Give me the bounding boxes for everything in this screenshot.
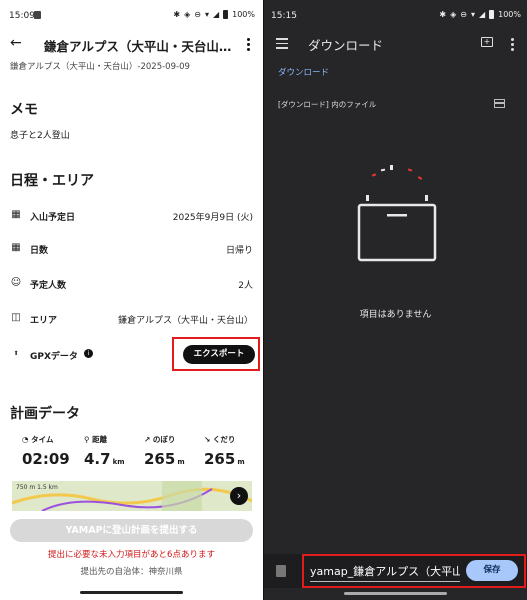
hamburger-menu-icon[interactable] xyxy=(276,38,288,52)
stat-label: ⚲ 距離 xyxy=(84,435,108,444)
battery-icon xyxy=(489,10,495,19)
row-days: ▦ 日数 日帰り xyxy=(10,241,253,257)
stat-label: ◔ タイム xyxy=(22,435,54,444)
plan-heading: 計画データ xyxy=(10,406,80,422)
sd-card-icon xyxy=(34,11,41,19)
memo-text: 息子と2人登山 xyxy=(10,131,70,141)
row-label: 予定人数 xyxy=(30,281,67,291)
chevron-right-icon[interactable]: › xyxy=(230,487,248,505)
stat-value: 4.7 km xyxy=(84,450,125,468)
row-label: 日数 xyxy=(30,246,49,256)
status-icons: ✱ ◈ ⊖ ▾ ◢ 100% xyxy=(173,10,255,19)
status-icons: ✱ ◈ ⊖ ▾ ◢ 100% xyxy=(439,10,521,19)
row-value: 日帰り xyxy=(225,246,253,256)
stat-label: ↘ くだり xyxy=(204,435,236,444)
status-time: 15:15 xyxy=(271,11,297,21)
breadcrumb[interactable]: ダウンロード xyxy=(278,66,329,78)
home-indicator[interactable] xyxy=(80,591,183,594)
folder-contents-label: [ダウンロード] 内のファイル xyxy=(278,100,377,109)
app-bar: ← 鎌倉アルプス（大平山・天台山… xyxy=(0,30,263,62)
row-value: 2025年9月9日 (火) xyxy=(172,213,253,223)
status-bar: 15:09 ✱ ◈ ⊖ ▾ ◢ 100% xyxy=(0,0,263,30)
signal-icon: ◢ xyxy=(212,10,220,19)
stat-label: ↗ のぼり xyxy=(144,435,176,444)
stat-descent: ↘ くだり 265 m xyxy=(204,434,263,468)
ascent-icon: ↗ xyxy=(144,435,153,444)
stat-value: 265 m xyxy=(144,450,185,468)
row-label: 入山予定日 xyxy=(30,213,76,223)
left-screen: 15:09 ✱ ◈ ⊖ ▾ ◢ 100% ← 鎌倉アルプス（大平山・天台山… 鎌… xyxy=(0,0,263,600)
plan-stats: ◔ タイム 02:09 ⚲ 距離 4.7 km ↗ のぼり 265 m ↘ くだり … xyxy=(10,434,253,474)
row-label: エリア xyxy=(30,316,58,326)
timer-icon: ◔ xyxy=(22,435,32,444)
people-icon: ☺ xyxy=(10,277,22,288)
file-icon xyxy=(276,565,286,577)
export-button[interactable]: エクスポート xyxy=(183,345,255,364)
submit-plan-button[interactable]: YAMAPに登山計画を提出する xyxy=(10,519,253,542)
stat-value: 265 m xyxy=(204,450,245,468)
vibrate-icon: ◈ xyxy=(450,10,457,19)
calendar-icon: ▦ xyxy=(11,209,21,220)
route-map[interactable]: 750 m 1.5 km › xyxy=(12,481,252,511)
descent-icon: ↘ xyxy=(204,435,213,444)
signal-icon: ◢ xyxy=(478,10,486,19)
status-bar: 15:15 ✱ ◈ ⊖ ▾ ◢ 100% xyxy=(264,0,527,30)
plan-subtitle: 鎌倉アルプス（大平山・天台山）-2025-09-09 xyxy=(10,62,190,72)
empty-box-icon xyxy=(357,165,437,262)
right-screen: 15:15 ✱ ◈ ⊖ ▾ ◢ 100% ダウンロード + ダウンロード [ダウ… xyxy=(264,0,527,600)
dnd-icon: ⊖ xyxy=(194,10,201,19)
map-icon: ◫ xyxy=(11,312,21,323)
row-value: 2人 xyxy=(238,281,253,291)
calendar-icon: ▦ xyxy=(11,242,21,253)
bluetooth-icon: ✱ xyxy=(439,10,447,19)
stat-ascent: ↗ のぼり 265 m xyxy=(144,434,204,468)
destination-text: 提出先の自治体：神奈川県 xyxy=(80,567,183,577)
memo-heading: メモ xyxy=(10,102,38,118)
gpx-label: GPXデータ xyxy=(30,352,78,362)
bluetooth-icon: ✱ xyxy=(173,10,181,19)
gpx-icon: ⬆ xyxy=(13,350,19,357)
row-value: 鎌倉アルプス（大平山・天台山） xyxy=(118,316,253,326)
stat-time: ◔ タイム 02:09 xyxy=(22,434,82,468)
back-arrow-icon[interactable]: ← xyxy=(10,35,22,51)
page-title: 鎌倉アルプス（大平山・天台山… xyxy=(44,39,232,54)
status-time: 15:09 xyxy=(9,11,35,21)
battery-level: 100% xyxy=(498,10,521,19)
battery-icon xyxy=(223,10,229,19)
more-options-icon[interactable] xyxy=(247,38,251,53)
wifi-icon: ▾ xyxy=(204,10,209,19)
row-people: ☺ 予定人数 2人 xyxy=(10,276,253,292)
stat-value: 02:09 xyxy=(22,450,70,468)
home-indicator[interactable] xyxy=(344,592,447,595)
row-area: ◫ エリア 鎌倉アルプス（大平山・天台山） xyxy=(10,311,253,327)
dnd-icon: ⊖ xyxy=(460,10,467,19)
more-options-icon[interactable] xyxy=(511,38,515,53)
save-button[interactable]: 保存 xyxy=(466,560,518,581)
filename-input[interactable]: yamap_鎌倉アルプス（大平山 xyxy=(310,563,460,582)
empty-state-text: 項目はありません xyxy=(359,310,432,320)
vibrate-icon: ◈ xyxy=(184,10,191,19)
app-bar: ダウンロード + xyxy=(264,30,527,60)
schedule-heading: 日程・エリア xyxy=(10,173,94,189)
list-view-icon[interactable] xyxy=(494,99,505,108)
map-scale: 750 m 1.5 km xyxy=(16,484,58,491)
stat-distance: ⚲ 距離 4.7 km xyxy=(84,434,144,468)
warning-text: 提出に必要な未入力項目があと6点あります xyxy=(48,550,215,560)
info-icon[interactable]: i xyxy=(84,349,93,358)
battery-level: 100% xyxy=(232,10,255,19)
page-title: ダウンロード xyxy=(308,38,384,53)
row-start-date: ▦ 入山予定日 2025年9月9日 (火) xyxy=(10,208,253,224)
wifi-icon: ▾ xyxy=(470,10,475,19)
new-folder-icon[interactable]: + xyxy=(481,37,493,47)
distance-icon: ⚲ xyxy=(84,435,93,444)
